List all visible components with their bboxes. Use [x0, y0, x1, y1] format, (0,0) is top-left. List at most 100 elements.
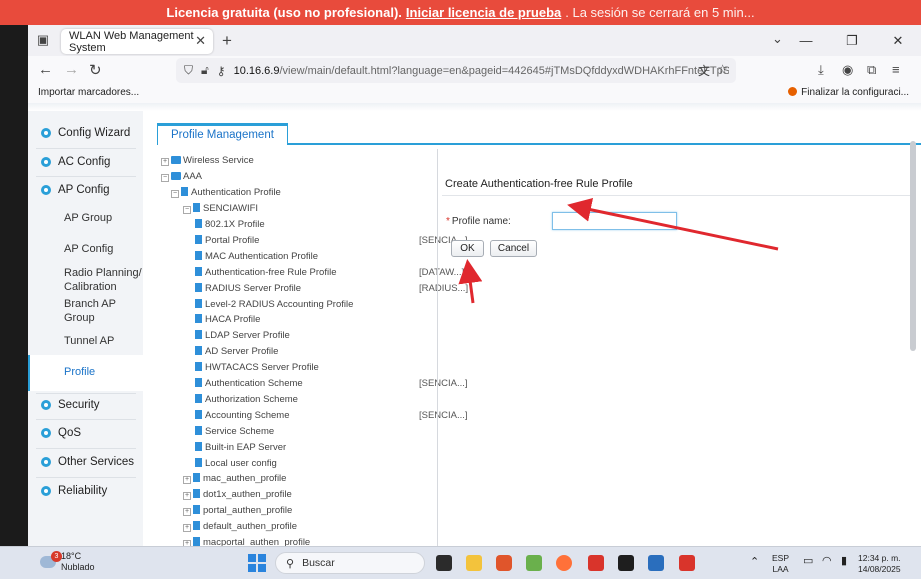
- tree-leaf[interactable]: Service Scheme: [195, 425, 274, 437]
- new-tab-icon[interactable]: +: [222, 31, 232, 51]
- sidebar-item-reliability[interactable]: Reliability: [28, 481, 143, 501]
- terminal-icon[interactable]: [618, 555, 634, 571]
- tree-leaf[interactable]: Portal Profile [SENCIA...]: [195, 234, 468, 246]
- key-icon[interactable]: ⚷: [217, 64, 226, 78]
- translate-icon[interactable]: 文: [698, 62, 710, 79]
- tree-node-wireless-service[interactable]: + Wireless Service: [161, 155, 254, 166]
- tree-node-senciawifi[interactable]: − SENCIAWIFI: [183, 203, 258, 214]
- collapse-icon[interactable]: −: [161, 174, 169, 182]
- file-explorer-icon[interactable]: [466, 555, 482, 571]
- monitor-icon[interactable]: ▭: [803, 556, 813, 567]
- address-bar[interactable]: ⛉ 🔓︎ ⚷ 10.16.6.9 /view/main/default.html…: [176, 58, 736, 83]
- back-icon[interactable]: ←: [38, 61, 53, 78]
- menu-icon[interactable]: ≡: [892, 62, 900, 77]
- battery-icon[interactable]: ▮: [841, 556, 847, 567]
- tree-leaf[interactable]: 802.1X Profile: [195, 219, 265, 230]
- extensions-icon[interactable]: ⧉: [867, 62, 876, 78]
- anydesk-icon-2[interactable]: [679, 555, 695, 571]
- tree-node-profile[interactable]: + portal_authen_profile: [183, 504, 292, 516]
- tree-leaf[interactable]: Local user config: [195, 457, 277, 469]
- tree-node-profile[interactable]: + mac_authen_profile: [183, 473, 286, 484]
- profile-name-input[interactable]: [552, 212, 677, 230]
- browser-tab[interactable]: WLAN Web Management System ✕: [61, 29, 213, 54]
- tree-leaf[interactable]: Accounting Scheme [SENCIA...]: [195, 409, 468, 421]
- profile-name-label: * Profile name:: [446, 216, 511, 227]
- temperature: 18°C: [61, 551, 82, 561]
- collapse-icon[interactable]: −: [171, 190, 179, 198]
- tree-leaf[interactable]: LDAP Server Profile: [195, 330, 290, 341]
- tab-profile-management[interactable]: Profile Management: [157, 123, 288, 145]
- sidebar-sub-radio-planning[interactable]: Radio Planning/ Calibration: [64, 266, 144, 294]
- windows-start-icon[interactable]: [248, 554, 266, 572]
- document-icon: [195, 457, 202, 467]
- tree-node-profile[interactable]: + macportal_authen_profile: [183, 536, 310, 546]
- document-icon: [195, 314, 202, 324]
- tab-list-icon[interactable]: ▣: [34, 32, 52, 50]
- sidebar-item-config-wizard[interactable]: Config Wizard: [28, 123, 143, 143]
- tree-leaf[interactable]: Authentication-free Rule Profile [DATAW..…: [195, 266, 464, 278]
- expand-icon[interactable]: +: [183, 507, 191, 516]
- cancel-button[interactable]: Cancel: [490, 240, 537, 257]
- trial-license-link[interactable]: Iniciar licencia de prueba: [406, 5, 561, 20]
- sidebar-item-other-services[interactable]: Other Services: [28, 452, 143, 472]
- scrollbar[interactable]: [910, 141, 916, 351]
- clock[interactable]: 12:34 p. m. 14/08/2025: [858, 553, 901, 575]
- brave-icon[interactable]: [496, 555, 512, 571]
- download-icon[interactable]: ⤓: [818, 62, 824, 78]
- sidebar-sub-profile[interactable]: Profile: [64, 365, 95, 379]
- sidebar-item-security[interactable]: Security: [28, 395, 143, 415]
- import-bookmarks-link[interactable]: Importar marcadores...: [38, 87, 139, 98]
- tree-node-profile[interactable]: + default_authen_profile: [183, 520, 297, 532]
- tree-leaf[interactable]: HACA Profile: [195, 314, 260, 325]
- forward-icon[interactable]: →: [64, 61, 79, 78]
- chevron-down-icon[interactable]: ⌄: [772, 31, 783, 47]
- account-icon[interactable]: ◉: [842, 62, 853, 78]
- sidebar-item-ac-config[interactable]: AC Config: [28, 152, 143, 172]
- minimize-icon[interactable]: —: [783, 25, 829, 56]
- tree-leaf-tag: [RADIUS...]: [419, 282, 469, 294]
- tree-node-authentication-profile[interactable]: − Authentication Profile: [171, 187, 281, 198]
- task-view-icon[interactable]: [436, 555, 452, 571]
- expand-icon[interactable]: +: [183, 476, 191, 484]
- sidebar-sub-ap-group[interactable]: AP Group: [64, 211, 112, 225]
- star-icon[interactable]: ☆: [717, 62, 728, 76]
- tree-leaf[interactable]: Authorization Scheme: [195, 393, 298, 405]
- tree-leaf[interactable]: AD Server Profile: [195, 346, 278, 357]
- lock-icon[interactable]: 🔓︎: [201, 63, 209, 78]
- taskbar-search[interactable]: ⚲ Buscar: [275, 552, 425, 574]
- tree-leaf[interactable]: HWTACACS Server Profile: [195, 362, 319, 373]
- tree-leaf[interactable]: Built-in EAP Server: [195, 441, 286, 453]
- arrow-to-ok: [458, 259, 483, 304]
- ok-button[interactable]: OK: [451, 240, 484, 257]
- sidebar-sub-branch-ap-group[interactable]: Branch AP Group: [64, 297, 134, 325]
- tree-node-profile[interactable]: + dot1x_authen_profile: [183, 488, 292, 500]
- expand-icon[interactable]: +: [183, 523, 191, 532]
- close-window-icon[interactable]: ✕: [875, 25, 921, 56]
- app-icon[interactable]: [526, 555, 542, 571]
- finish-setup-link[interactable]: Finalizar la configuraci...: [788, 87, 909, 98]
- sidebar-item-qos[interactable]: QoS: [28, 423, 143, 443]
- tree-leaf[interactable]: Authentication Scheme [SENCIA...]: [195, 378, 468, 389]
- anydesk-icon[interactable]: [588, 555, 604, 571]
- expand-icon[interactable]: +: [161, 158, 169, 166]
- expand-icon[interactable]: +: [183, 491, 191, 500]
- collapse-icon[interactable]: −: [183, 206, 191, 214]
- tree-leaf[interactable]: MAC Authentication Profile: [195, 250, 318, 262]
- weather-widget[interactable]: 3 18°C Nublado: [40, 551, 95, 573]
- reload-icon[interactable]: ↻: [89, 61, 102, 79]
- language-indicator[interactable]: ESP LAA: [772, 553, 789, 575]
- sidebar-sub-tunnel-ap[interactable]: Tunnel AP: [64, 334, 114, 348]
- firefox-icon[interactable]: [556, 555, 572, 571]
- restore-icon[interactable]: ❐: [829, 25, 875, 56]
- sidebar-item-ap-config[interactable]: AP Config: [28, 180, 143, 200]
- sidebar-sub-ap-config[interactable]: AP Config: [64, 242, 113, 256]
- tree-node-aaa[interactable]: − AAA: [161, 171, 202, 182]
- network-tool-icon[interactable]: [648, 555, 664, 571]
- tree-leaf[interactable]: RADIUS Server Profile [RADIUS...]: [195, 282, 468, 294]
- shield-icon[interactable]: ⛉: [184, 63, 193, 78]
- wifi-icon[interactable]: ◠: [822, 556, 832, 567]
- document-icon: [195, 219, 202, 228]
- close-tab-icon[interactable]: ✕: [195, 33, 206, 49]
- chevron-up-icon[interactable]: ⌃: [750, 557, 759, 568]
- tree-leaf[interactable]: Level-2 RADIUS Accounting Profile: [195, 298, 353, 310]
